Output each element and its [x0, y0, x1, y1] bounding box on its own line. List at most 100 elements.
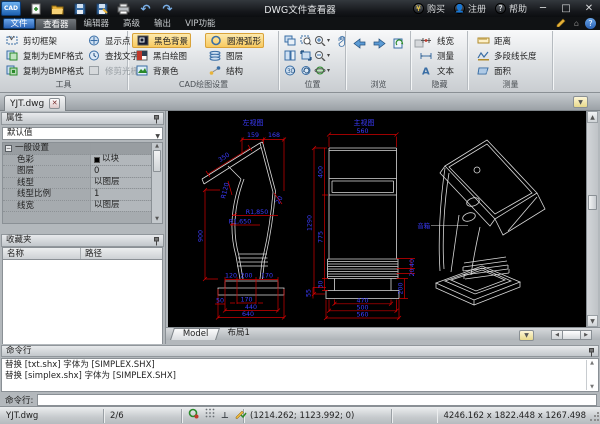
- tabbar-overflow-chevron[interactable]: ▼: [573, 96, 588, 108]
- file-menu-button[interactable]: 文件: [3, 18, 35, 29]
- document-tab[interactable]: YJT.dwg ✕: [4, 95, 66, 111]
- scroll-right-icon[interactable]: ▶: [580, 330, 592, 340]
- dim-label: 50: [216, 298, 224, 305]
- properties-preset-select[interactable]: 默认值 ▼: [2, 127, 163, 140]
- ortho-icon[interactable]: ⊥: [221, 409, 229, 423]
- tab-advanced[interactable]: 高级: [116, 18, 147, 30]
- print-icon[interactable]: [117, 2, 130, 15]
- register-button[interactable]: 👤注册: [454, 2, 486, 15]
- canvas-vertical-scrollbar[interactable]: ▲ ▼: [586, 111, 598, 327]
- favorites-list[interactable]: [2, 260, 163, 346]
- svg-text:A: A: [422, 67, 430, 77]
- minimize-button[interactable]: ─: [536, 3, 550, 14]
- dim-label: 20: [409, 268, 416, 276]
- cad-canvas[interactable]: ─ ⧉ ✕: [168, 111, 586, 327]
- tab-model[interactable]: Model: [170, 328, 219, 340]
- properties-panel-header[interactable]: 属性: [1, 112, 164, 125]
- hide-measure-button[interactable]: 测量: [416, 48, 456, 63]
- structure-button[interactable]: 结构: [205, 63, 264, 78]
- zoom-previous-icon[interactable]: [298, 64, 314, 78]
- close-button[interactable]: ✕: [582, 3, 596, 14]
- resize-grip[interactable]: [589, 412, 599, 422]
- redo-icon[interactable]: ↷: [161, 2, 174, 15]
- hide-lineweight-button[interactable]: 线宽: [416, 33, 456, 48]
- zoom-in-icon[interactable]: ▾: [314, 34, 330, 48]
- property-row[interactable]: 线宽以图层: [3, 201, 151, 213]
- orbit-icon[interactable]: ▾: [314, 64, 330, 78]
- scroll-down-icon[interactable]: ▼: [587, 315, 598, 327]
- hscroll-thumb[interactable]: [563, 330, 580, 340]
- distance-button[interactable]: 距离: [473, 33, 539, 48]
- command-scrollbar[interactable]: ▲▼: [586, 360, 597, 390]
- save-as-icon[interactable]: [95, 2, 108, 15]
- favorites-panel-header[interactable]: 收藏夹: [1, 234, 164, 247]
- pin-icon[interactable]: [153, 237, 160, 250]
- command-input[interactable]: [37, 394, 597, 406]
- menu-bar: 文件 查看器 编辑器 高级 输出 VIP功能 ⌂ ?: [0, 17, 600, 30]
- app-window: { "titlebar": { "logo": "CAD", "app_titl…: [0, 0, 600, 424]
- undo-icon[interactable]: ↶: [139, 2, 152, 15]
- tab-viewer[interactable]: 查看器: [35, 18, 77, 30]
- osnap-icon[interactable]: [188, 408, 199, 424]
- polyline-length-button[interactable]: 多段线长度: [473, 48, 539, 63]
- favorites-column-headers: 名称 路径: [2, 247, 163, 260]
- background-color-icon: [134, 64, 150, 78]
- copy-bmp-button[interactable]: 复制为BMP格式: [2, 63, 86, 78]
- help-button[interactable]: ?帮助: [495, 2, 527, 15]
- area-button[interactable]: 面积: [473, 63, 539, 78]
- view-3d-icon[interactable]: 3D: [282, 64, 298, 78]
- open-folder-icon[interactable]: [51, 2, 64, 15]
- refresh-page-icon[interactable]: [391, 36, 407, 50]
- column-path[interactable]: 路径: [81, 248, 102, 259]
- home-icon[interactable]: ⌂: [574, 19, 579, 28]
- column-name[interactable]: 名称: [3, 248, 81, 259]
- cut-frame-button[interactable]: 剪切框架: [2, 33, 86, 48]
- canvas-horizontal-scrollbar[interactable]: ◀ ▶: [551, 330, 592, 340]
- tab-layout1[interactable]: 布局1: [218, 328, 260, 340]
- smooth-arc-button[interactable]: 圆滑弧形: [205, 33, 264, 48]
- cascade-windows-icon[interactable]: [282, 34, 298, 48]
- tile-windows-icon[interactable]: [282, 49, 298, 63]
- back-arrow-icon[interactable]: [351, 36, 367, 50]
- command-panel-header[interactable]: 命令行: [1, 345, 599, 357]
- command-line: 替换 [txt.shx] 字体为 [SIMPLEX.SHX]: [5, 360, 584, 371]
- black-background-button[interactable]: 黑色背景: [132, 33, 191, 48]
- save-icon[interactable]: [73, 2, 86, 15]
- property-row[interactable]: 线型以图层: [3, 178, 151, 190]
- bw-drawing-button[interactable]: 黑白绘图: [132, 48, 191, 63]
- tab-output[interactable]: 输出: [147, 18, 178, 30]
- property-row[interactable]: 色彩以块: [3, 155, 151, 167]
- dim-label: 170: [240, 297, 252, 304]
- grid-icon[interactable]: [205, 408, 215, 423]
- dim-label: 900: [198, 230, 205, 242]
- layout-overflow-chevron[interactable]: ▼: [519, 330, 534, 341]
- maximize-button[interactable]: □: [559, 3, 573, 14]
- scroll-up-icon[interactable]: ▲: [587, 111, 598, 123]
- zoom-fit-icon[interactable]: [298, 49, 314, 63]
- property-row[interactable]: 线型比例1: [3, 189, 151, 201]
- structure-icon: [207, 64, 223, 78]
- background-color-button[interactable]: 背景色: [132, 63, 191, 78]
- property-row[interactable]: 图层0: [3, 166, 151, 178]
- zoom-window-icon[interactable]: [298, 34, 314, 48]
- hide-text-button[interactable]: A文本: [416, 63, 456, 78]
- smooth-arc-icon: [208, 34, 224, 48]
- copy-emf-button[interactable]: 复制为EMF格式: [2, 48, 86, 63]
- new-file-icon[interactable]: [29, 2, 42, 15]
- tab-editor[interactable]: 编辑器: [77, 18, 117, 30]
- pencil-icon[interactable]: [556, 17, 568, 30]
- properties-scrollbar[interactable]: ▲▼: [151, 143, 162, 223]
- help-circle-icon[interactable]: ?: [585, 18, 596, 29]
- scroll-thumb[interactable]: [588, 195, 597, 210]
- zoom-out-icon[interactable]: ▾: [314, 49, 330, 63]
- command-history[interactable]: 替换 [txt.shx] 字体为 [SIMPLEX.SHX] 替换 [simpl…: [1, 358, 599, 392]
- app-logo-icon[interactable]: CAD: [1, 1, 21, 16]
- property-group-row[interactable]: −一般设置: [3, 143, 151, 155]
- collapse-icon[interactable]: −: [5, 145, 12, 152]
- tab-vip[interactable]: VIP功能: [178, 18, 222, 30]
- document-close-icon[interactable]: ✕: [49, 98, 60, 109]
- buy-button[interactable]: ¥购买: [413, 2, 445, 15]
- layers-button[interactable]: 图层: [205, 48, 264, 63]
- forward-arrow-icon[interactable]: [371, 36, 387, 50]
- scroll-left-icon[interactable]: ◀: [551, 330, 563, 340]
